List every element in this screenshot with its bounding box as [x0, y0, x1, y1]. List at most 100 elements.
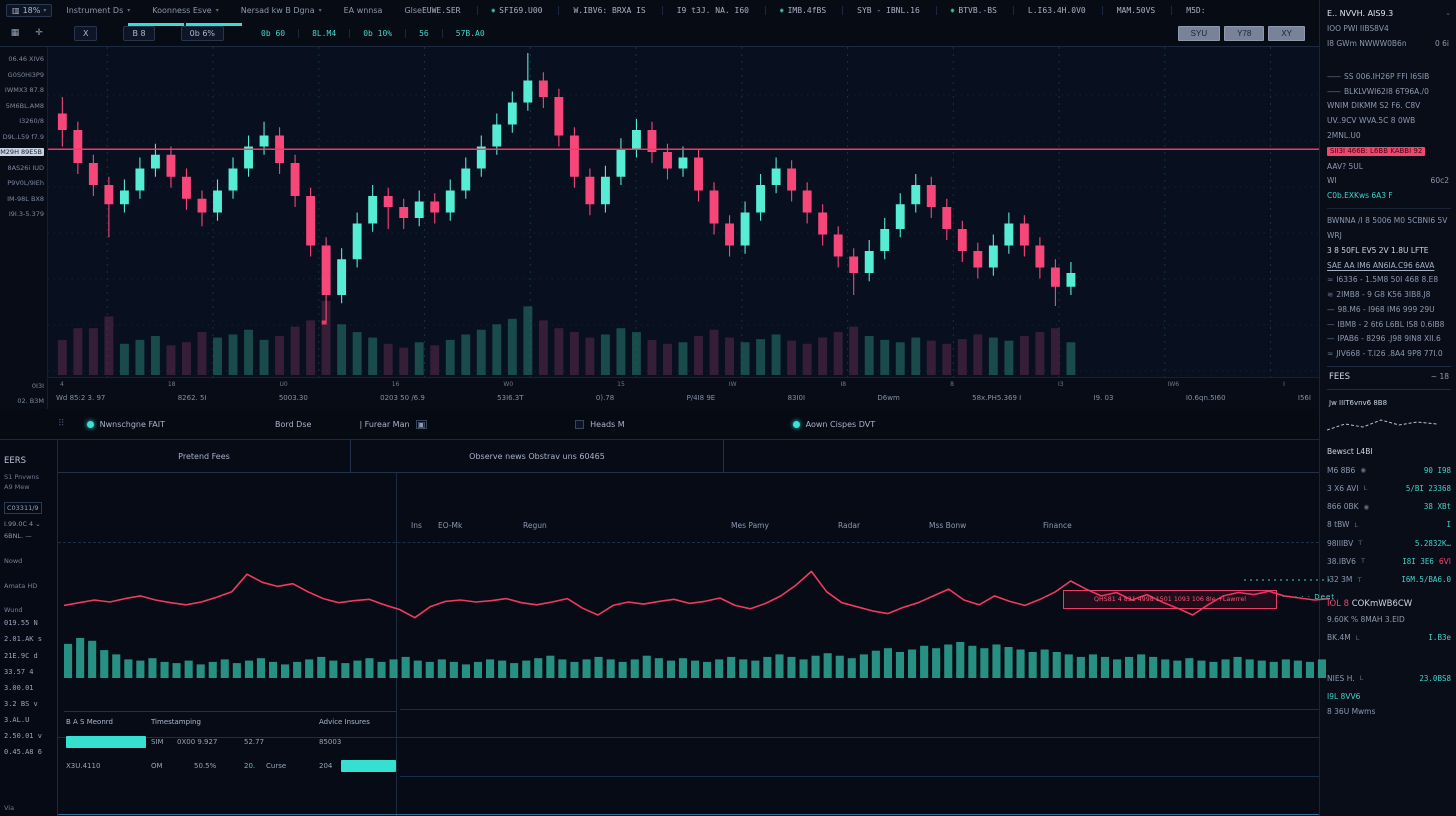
row-icon: —: [1327, 321, 1334, 329]
bottom-tabbar: Pretend Fees Observe news Obstrav uns 60…: [58, 440, 1319, 473]
sidebar-row[interactable]: WNIM DIKMM S2 F6. C8V: [1327, 102, 1451, 110]
menu-item[interactable]: Nersad kw B Dgna▾: [241, 6, 322, 15]
x-axis-dates: Wd 85:2 3. 978262. 5I5003.300203 50 /6.9…: [48, 390, 1319, 406]
stat-value-alert: 6VI: [1439, 558, 1451, 566]
x-tick: I3: [1058, 381, 1064, 388]
timeframe-button[interactable]: Y78: [1224, 26, 1264, 41]
menu-item[interactable]: Instrument Ds▾: [66, 6, 130, 15]
indicator-panel: Pretend Fees Observe news Obstrav uns 60…: [57, 440, 1319, 816]
sidebar-row[interactable]: IOO PWI IIBS8V4: [1327, 25, 1451, 33]
legend-checkbox[interactable]: [575, 420, 584, 429]
column-header: Regun: [523, 521, 547, 530]
price-label: I3260/8: [19, 117, 44, 125]
toolbar-chip[interactable]: X: [74, 26, 97, 41]
stat-icon: T: [1357, 577, 1361, 584]
toolbar-chip[interactable]: B 8: [123, 26, 154, 41]
sidebar-row[interactable]: I9L 8VV6: [1327, 693, 1451, 701]
sidebar-row[interactable]: SAE AA IM6 AN6IA.C96 6AVA: [1327, 262, 1451, 270]
sidebar-row[interactable]: —IPAB6 - 8296 .J98 9IN8 XII.6: [1327, 335, 1451, 343]
indicator-volume-bars[interactable]: [64, 638, 1330, 678]
sidebar-row[interactable]: —98.M6 - I968 IM6 999 29U: [1327, 306, 1451, 314]
legend-box-icon: ▣: [416, 420, 428, 429]
x-date-label: I56I: [1298, 394, 1311, 402]
table-cell: OM: [151, 762, 163, 770]
bottom-section: EERSS1 PnvwnsA9 MewC03311/9I.99.0C 4 ⌄6B…: [0, 439, 1319, 816]
stat-icon: ◉: [1360, 467, 1366, 474]
fees-value: ~ 18: [1431, 373, 1449, 382]
sidebar-row[interactable]: ≈JIV668 - T.I26 .8A4 9P8 77I.0: [1327, 350, 1451, 358]
sidebar-row[interactable]: AAV? 5UL: [1327, 163, 1451, 171]
add-icon[interactable]: ✛: [32, 28, 46, 38]
sidebar-row[interactable]: WI60c2: [1327, 177, 1451, 185]
sidebar-stat-row[interactable]: I32 3MTI6M.5/BA6.0: [1327, 576, 1451, 584]
x-tick: I8: [841, 381, 847, 388]
sidebar-row[interactable]: ≈I6336 - 1.5M8 50I 468 8.E8: [1327, 276, 1451, 284]
x-axis-ticks: 418U016W015IWI88I3IW6I: [48, 377, 1319, 390]
sidebar-row[interactable]: E.. NVVH. AIS9.3⌄: [1327, 10, 1451, 19]
row-value: 0 6i: [1435, 40, 1451, 48]
sidebar-stat-row[interactable]: 866 0BK◉38 XBt: [1327, 503, 1451, 511]
sidebar-stat-row[interactable]: 3 X6 AVIL5/BI 23368: [1327, 485, 1451, 493]
candlestick-chart[interactable]: 418U016W015IWI88I3IW6I Wd 85:2 3. 978262…: [47, 47, 1319, 409]
sidebar-row[interactable]: 3 8 50FL EV5 2V 1.8U LFTE: [1327, 247, 1451, 255]
tab-pretend-fees[interactable]: Pretend Fees: [58, 440, 351, 472]
stat-label: BK.4M: [1327, 634, 1351, 642]
sidebar-row[interactable]: 9.60K % 8MAH 3.EID: [1327, 616, 1451, 624]
sidebar-row[interactable]: —IBM8 - 2 6t6 L6BL IS8 0.6IB8: [1327, 321, 1451, 329]
legend-item[interactable]: | Furear Man▣: [359, 420, 427, 429]
sidebar-stat-row[interactable]: BK.4MLI.B3e: [1327, 634, 1451, 642]
legend-item[interactable]: Bord Dse: [275, 420, 311, 429]
column-header: Mes Pamy: [731, 521, 769, 530]
stat-label: 3 X6 AVI: [1327, 485, 1358, 493]
topbar-stat: I9 t3J. NA. I60: [662, 6, 749, 15]
stat-icon: L: [1354, 522, 1358, 529]
conversion-heading: IOL 8 COKmWB6CW: [1327, 600, 1451, 609]
x-date-label: 58x.PH5.369 I: [972, 394, 1021, 402]
price-label: D9L.L59 f7.9: [3, 133, 44, 141]
table-cell: 204: [319, 762, 332, 770]
stat-icon: ◉: [1364, 504, 1370, 511]
menu-item[interactable]: Glse: [404, 6, 422, 15]
zoom-level-chip[interactable]: ▥ 18% ▾: [6, 4, 52, 17]
price-alert-callout[interactable]: QHS81 4 831 4998 1501 1093 106 8Ie +Lawr…: [1063, 590, 1277, 609]
legend-item[interactable]: Heads M: [575, 420, 625, 429]
table-cell: Curse: [266, 762, 286, 770]
legend-item[interactable]: Aown Cispes DVT: [793, 420, 875, 429]
sidebar-stat-row[interactable]: 38.IBV6TI8I 3E6 6VI: [1327, 558, 1451, 566]
sidebar-row[interactable]: ——SS 006.IH26P FFI I6SIB: [1327, 73, 1451, 81]
sidebar-row[interactable]: 8 36U Mwms: [1327, 708, 1451, 716]
sidebar-row[interactable]: Bewsct L4BI: [1327, 448, 1451, 456]
timeframe-button[interactable]: SYU: [1178, 26, 1220, 41]
layout-grid-icon[interactable]: ▦: [8, 28, 22, 38]
sidebar-row[interactable]: ≋2IMB8 - 9 G8 K56 3IB8.J8: [1327, 291, 1451, 299]
dash-icon: ——: [1327, 88, 1340, 96]
sidebar-row[interactable]: WRJ: [1327, 232, 1451, 240]
toolbar-metric: 56: [405, 29, 442, 38]
sidebar-stat-row[interactable]: 98IIIBVT5.2832K…: [1327, 540, 1451, 548]
handle-grid-icon[interactable]: ⠿: [58, 419, 65, 429]
tab-observe-news[interactable]: Observe news Obstrav uns 60465: [351, 440, 724, 472]
x-tick: 16: [392, 381, 400, 388]
axis-value: 0.45.A8 6: [4, 744, 54, 760]
sidebar-row[interactable]: BWNNA /I 8 5006 M0 5CBNI6 5V: [1327, 217, 1451, 225]
sidebar-stat-row[interactable]: NIES H.L23.0BS8: [1327, 675, 1451, 683]
sidebar-row[interactable]: 2MNL.U0: [1327, 132, 1451, 140]
chevron-down-icon[interactable]: ⌄: [1445, 10, 1451, 18]
sidebar-stat-row[interactable]: 8 tBWLI: [1327, 521, 1451, 529]
sidebar-row[interactable]: C0b.EXKws 6A3 F: [1327, 192, 1451, 200]
sidebar-row[interactable]: I8 GWm NWWW0B6n0 6i: [1327, 40, 1451, 48]
menu-item[interactable]: EA wnnsa: [344, 6, 383, 15]
menu-item[interactable]: Koonness Esve▾: [152, 6, 218, 15]
sidebar-row[interactable]: SII3I 466B: L6BB KABBI 92: [1327, 147, 1451, 157]
legend-item[interactable]: Nwnschgne FAIT: [87, 420, 165, 429]
menu-items: Instrument Ds▾ Koonness Esve▾ Nersad kw B …: [66, 6, 422, 15]
window-icon: ▥: [12, 6, 20, 15]
toolbar-chip[interactable]: 0b 6%: [181, 26, 224, 41]
candlestick-svg[interactable]: [48, 47, 1319, 377]
timeframe-button[interactable]: XY: [1268, 26, 1305, 41]
x-date-label: 53I6.3T: [497, 394, 523, 402]
sidebar-row[interactable]: UV..9CV WVA.5C 8 0WB: [1327, 117, 1451, 125]
fees-row[interactable]: FEES~ 18: [1327, 366, 1451, 389]
sidebar-row[interactable]: ——BLKLVWI62I8 6T96A./0: [1327, 88, 1451, 96]
sidebar-stat-row[interactable]: M6 8B6◉90 I98: [1327, 467, 1451, 475]
